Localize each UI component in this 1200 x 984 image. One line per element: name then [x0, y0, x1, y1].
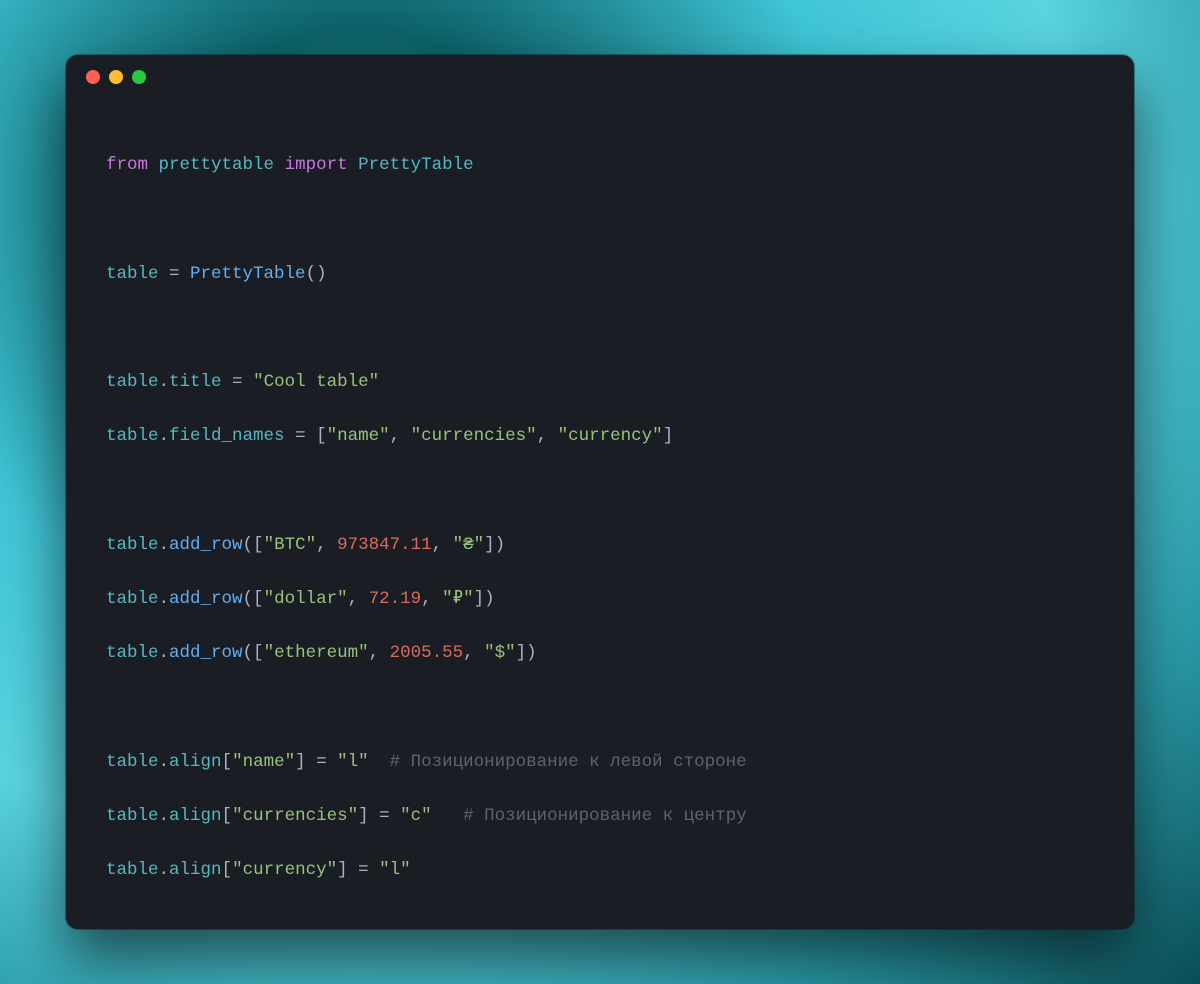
code-line: table.align["currency"] = "l" — [106, 857, 1094, 884]
code-line: table.add_row(["BTC", 973847.11, "₴"]) — [106, 532, 1094, 559]
code-line: table.add_row(["ethereum", 2005.55, "$"]… — [106, 640, 1094, 667]
code-line: table = PrettyTable() — [106, 261, 1094, 288]
code-line: table.align["currencies"] = "c" # Позици… — [106, 803, 1094, 830]
editor-window: from prettytable import PrettyTable tabl… — [66, 55, 1134, 929]
code-line: table.align["name"] = "l" # Позициониров… — [106, 749, 1094, 776]
close-icon[interactable] — [86, 70, 100, 84]
code-line: table.add_row(["dollar", 72.19, "₽"]) — [106, 586, 1094, 613]
code-line: table.field_names = ["name", "currencies… — [106, 423, 1094, 450]
code-editor[interactable]: from prettytable import PrettyTable tabl… — [66, 99, 1134, 929]
window-titlebar — [66, 55, 1134, 99]
maximize-icon[interactable] — [132, 70, 146, 84]
code-line: from prettytable import PrettyTable — [106, 152, 1094, 179]
minimize-icon[interactable] — [109, 70, 123, 84]
code-line: table.title = "Cool table" — [106, 369, 1094, 396]
